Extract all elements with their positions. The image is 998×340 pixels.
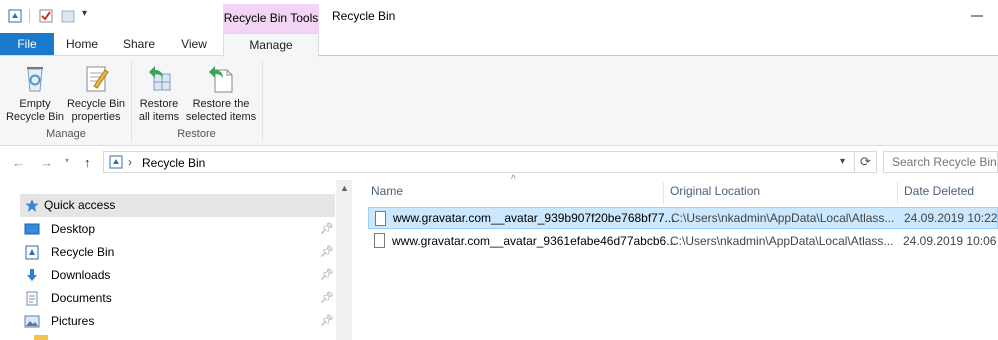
file-icon [375,211,386,226]
nav-item-label: Documents [51,291,112,305]
recycle-bin-icon [27,67,43,92]
nav-item-downloads[interactable]: Downloads 📌︎ [20,264,335,287]
column-header-original-location[interactable]: Original Location [670,180,760,204]
file-original-location: C:\Users\nkadmin\AppData\Local\Atlass... [671,211,895,225]
search-input[interactable] [884,152,998,172]
restore-all-label-1: Restore [139,98,179,110]
up-arrow-icon[interactable]: ↑ [84,155,91,170]
downloads-icon [27,269,37,281]
pin-icon[interactable]: 📌︎ [320,310,334,333]
explorer-app-icon[interactable] [8,9,22,23]
nav-pane-scrollbar[interactable] [336,180,352,340]
nav-item-desktop[interactable]: Desktop 📌︎ [20,218,335,241]
file-icon [374,233,385,248]
nav-item-label: Desktop [51,222,96,236]
scroll-up-arrow-icon[interactable]: ▲ [340,183,349,193]
ribbon-tabs: File Home Share View Manage [0,33,998,57]
pin-icon[interactable]: 📌︎ [320,241,334,264]
address-dropdown-chevron-icon[interactable]: ▾ [840,156,845,167]
forward-arrow-icon[interactable]: → [40,155,53,170]
navigation-bar: ← → ▾ ↑ › Recycle Bin ▾ ⟳ [0,147,998,179]
table-row[interactable]: www.gravatar.com__avatar_939b907f20be768… [368,207,998,229]
divider [29,9,30,23]
group-label-restore: Restore [177,128,216,140]
group-separator [131,60,132,142]
folder-icon[interactable] [34,335,48,340]
navigation-pane: Quick access Desktop 📌︎ Recycle Bin 📌︎ D… [0,180,352,340]
nav-item-pictures[interactable]: Pictures 📌︎ [20,310,335,333]
empty-recycle-bin-button[interactable]: Empty Recycle Bin [4,58,66,124]
restore-selected-icon [209,66,233,93]
pictures-icon [24,315,40,328]
nav-item-label: Downloads [51,268,111,282]
nav-item-label: Recycle Bin [51,245,115,259]
file-name: www.gravatar.com__avatar_939b907f20be768… [393,211,675,225]
group-separator [262,60,263,142]
search-box[interactable] [883,151,998,173]
file-original-location: C:\Users\nkadmin\AppData\Local\Atlass... [670,234,894,248]
table-row[interactable]: www.gravatar.com__avatar_9361efabe46d77a… [368,230,998,252]
context-tab-label: Recycle Bin Tools [223,4,319,33]
file-name: www.gravatar.com__avatar_9361efabe46d77a… [392,234,677,248]
documents-icon [26,291,38,306]
new-folder-icon[interactable] [61,9,75,23]
properties-label-1: Recycle Bin [66,98,126,110]
tab-share[interactable]: Share [112,33,166,56]
title-bar: ▾ Recycle Bin Tools Recycle Bin [0,0,998,33]
breadcrumb-separator[interactable]: › [128,155,132,169]
star-icon [25,198,39,213]
restore-all-items-button[interactable]: Restore all items [135,58,183,124]
minimize-icon[interactable] [968,7,986,25]
customize-toolbar-icon[interactable]: ▾ [82,8,87,19]
column-header-date-deleted[interactable]: Date Deleted [904,180,974,204]
file-date-deleted: 24.09.2019 10:22 [904,211,998,225]
properties-check-icon[interactable] [39,9,53,23]
empty-bin-label-1: Empty [19,98,51,110]
file-date-deleted: 24.09.2019 10:06 [903,234,997,248]
pin-icon[interactable]: 📌︎ [320,218,334,241]
restore-all-icon [149,66,171,91]
file-list: ^ Name Original Location Date Deleted ww… [352,174,998,340]
properties-icon [86,66,109,92]
tab-view[interactable]: View [168,33,220,56]
properties-label-2: properties [71,111,121,123]
tab-home[interactable]: Home [56,33,108,56]
column-divider[interactable] [897,182,898,204]
column-header-name[interactable]: Name [371,180,403,204]
restore-selected-items-button[interactable]: Restore the selected items [184,58,258,124]
nav-item-documents[interactable]: Documents 📌︎ [20,287,335,310]
nav-item-quick-access[interactable]: Quick access [20,194,335,217]
restore-selected-label-2: selected items [185,111,257,123]
restore-all-label-2: all items [138,111,180,123]
refresh-icon[interactable]: ⟳ [855,151,877,173]
empty-bin-label-2: Recycle Bin [5,111,65,123]
pin-icon[interactable]: 📌︎ [320,264,334,287]
breadcrumb-recycle-bin[interactable]: Recycle Bin [142,156,205,170]
ribbon-panel: Empty Recycle Bin Recycle Bin properties… [0,56,998,146]
tab-file[interactable]: File [0,33,54,56]
recent-locations-chevron-icon[interactable]: ▾ [65,156,69,165]
recycle-bin-icon [109,155,123,169]
nav-item-label: Pictures [51,314,95,328]
back-arrow-icon[interactable]: ← [12,155,25,170]
sort-ascending-icon: ^ [511,174,516,185]
nav-item-recycle-bin[interactable]: Recycle Bin 📌︎ [20,241,335,264]
recycle-bin-properties-button[interactable]: Recycle Bin properties [66,58,126,124]
desktop-icon [24,223,40,235]
column-divider[interactable] [663,182,664,204]
recycle-bin-icon [25,245,39,260]
restore-selected-label-1: Restore the [192,98,250,110]
group-label-manage: Manage [46,128,86,140]
address-bar[interactable]: › Recycle Bin ▾ [103,151,855,173]
pin-icon[interactable]: 📌︎ [320,287,334,310]
nav-item-label: Quick access [44,198,116,212]
tab-manage[interactable]: Manage [223,33,319,57]
window-title: Recycle Bin [332,9,396,23]
